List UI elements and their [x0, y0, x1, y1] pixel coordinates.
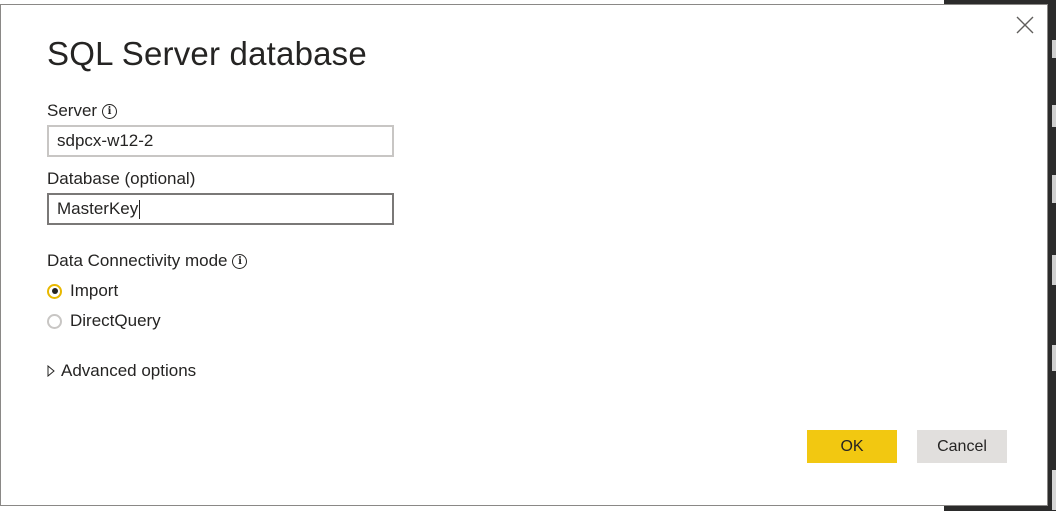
cancel-button[interactable]: Cancel — [917, 430, 1007, 463]
advanced-options-toggle[interactable]: Advanced options — [47, 361, 196, 381]
background-edge — [1052, 470, 1056, 510]
dialog-title: SQL Server database — [47, 35, 367, 72]
radio-import-label: Import — [70, 281, 119, 300]
radio-directquery-label: DirectQuery — [70, 311, 161, 330]
text-caret — [139, 200, 141, 220]
background-edge — [1052, 105, 1056, 127]
ok-button[interactable]: OK — [807, 430, 897, 463]
server-label: Server — [47, 101, 98, 120]
advanced-options-label: Advanced options — [61, 361, 197, 380]
database-label-row: Database (optional) — [47, 169, 195, 189]
close-icon — [1016, 16, 1034, 34]
connectivity-label-row: Data Connectivity mode i — [47, 251, 248, 271]
info-icon[interactable]: i — [232, 253, 248, 269]
connectivity-label: Data Connectivity mode — [47, 251, 228, 270]
radio-directquery[interactable]: DirectQuery — [47, 311, 161, 331]
server-input[interactable]: sdpcx-w12-2 — [47, 125, 394, 157]
server-label-row: Server i — [47, 101, 118, 121]
database-label: Database (optional) — [47, 169, 196, 188]
sql-server-dialog: SQL Server database Server i sdpcx-w12-2… — [0, 4, 1048, 506]
database-input-value: MasterKey — [57, 199, 139, 218]
background-edge — [1052, 345, 1056, 371]
info-icon[interactable]: i — [102, 103, 118, 119]
background-edge — [1052, 175, 1056, 203]
database-input[interactable]: MasterKey — [47, 193, 394, 225]
close-button[interactable] — [1013, 13, 1037, 37]
radio-selected-icon — [47, 283, 62, 299]
radio-unselected-icon — [47, 313, 62, 329]
triangle-right-icon — [47, 365, 55, 377]
server-input-value: sdpcx-w12-2 — [57, 131, 154, 150]
background-edge — [1052, 255, 1056, 285]
radio-import[interactable]: Import — [47, 281, 118, 301]
background-edge — [1052, 40, 1056, 58]
